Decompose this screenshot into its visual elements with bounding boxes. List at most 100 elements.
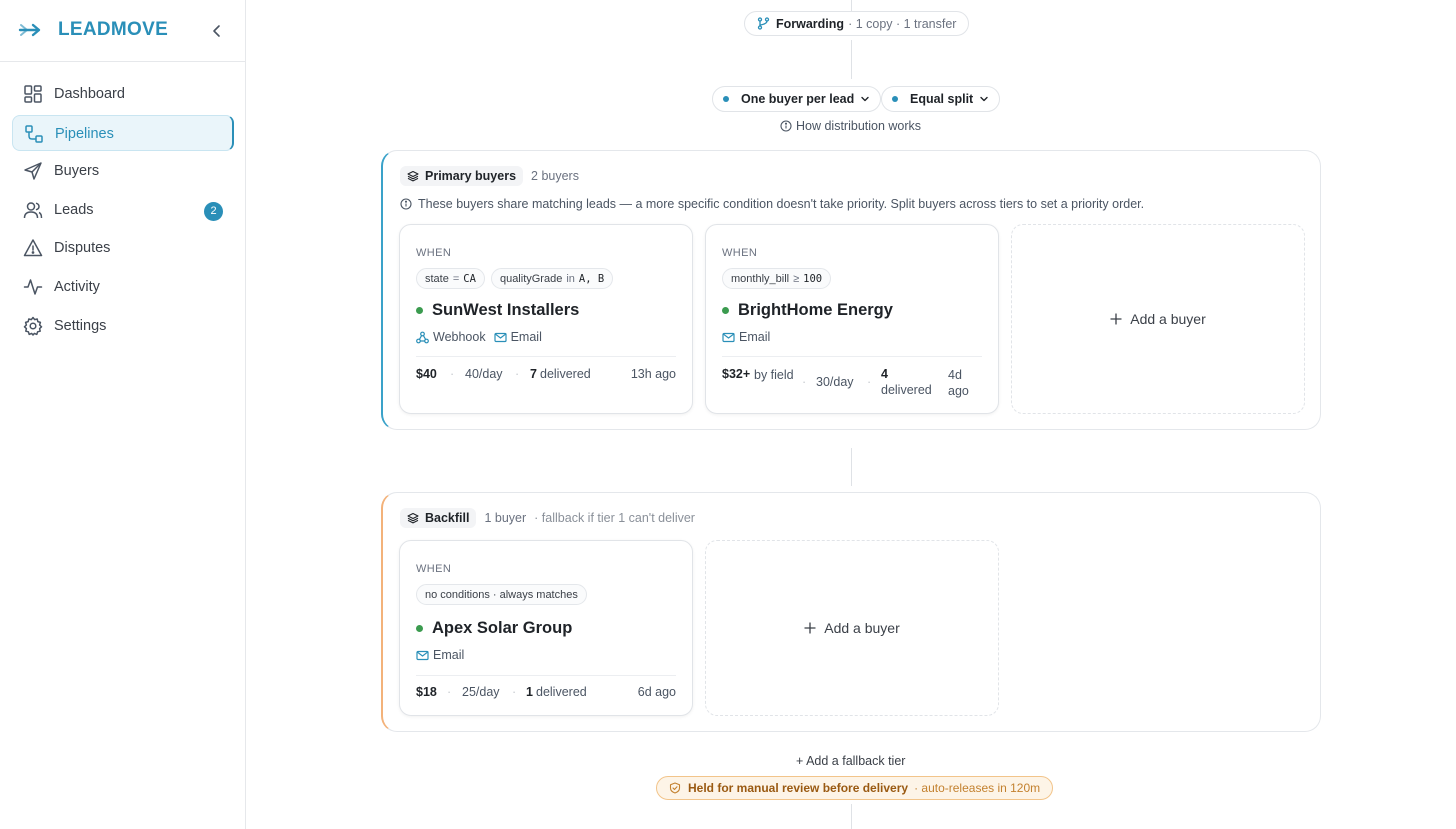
conditions: state = CA qualityGrade in A, B	[416, 268, 619, 289]
how-distribution-works-link[interactable]: How distribution works	[780, 119, 921, 133]
condition-value: CA	[463, 272, 476, 285]
channel-email: Email	[722, 330, 770, 344]
collapse-sidebar-button[interactable]	[208, 22, 226, 40]
flow-connector	[851, 448, 852, 486]
arrow-logo-icon	[18, 20, 44, 40]
buyer-card[interactable]: WHEN monthly_bill ≥ 100 BrightHome Energ…	[705, 224, 999, 414]
sidebar-item-disputes[interactable]: Disputes	[12, 230, 234, 266]
sidebar-item-label: Buyers	[54, 163, 100, 180]
forwarding-title: Forwarding	[776, 16, 845, 31]
add-buyer-button[interactable]: Add a buyer	[705, 540, 999, 716]
channel-label: Webhook	[433, 330, 486, 344]
sidebar-item-label: Settings	[54, 317, 107, 334]
divider	[722, 356, 982, 357]
manual-review-pill[interactable]: Held for manual review before delivery ·…	[656, 776, 1054, 800]
channel-label: Email	[739, 330, 771, 344]
sidebar-item-dashboard[interactable]: Dashboard	[12, 76, 234, 112]
delivery-channels: Email	[722, 330, 778, 344]
add-buyer-label: Add a buyer	[824, 620, 900, 636]
when-label: WHEN	[722, 247, 758, 259]
shield-icon	[669, 782, 681, 794]
tier-info: These buyers share matching leads — a mo…	[400, 197, 1144, 211]
buyer-card[interactable]: WHEN state = CA qualityGrade in A, B Sun…	[399, 224, 693, 414]
sidebar-item-label: Activity	[54, 278, 100, 295]
tier-header: Primary buyers 2 buyers	[400, 166, 579, 186]
chevron-left-icon	[213, 25, 220, 37]
delivery-channels: Webhook Email	[416, 330, 550, 344]
when-label: WHEN	[416, 247, 452, 259]
add-buyer-button[interactable]: Add a buyer	[1011, 224, 1305, 414]
separator-dot: ·	[867, 375, 872, 389]
tier-header: Backfill 1 buyer · fallback if tier 1 ca…	[400, 508, 695, 528]
review-title: Held for manual review before delivery	[688, 781, 909, 795]
dashboard-icon	[23, 84, 43, 104]
condition-text: no conditions · always matches	[425, 588, 578, 601]
warning-icon	[23, 238, 43, 258]
brand-header: LEADMOVE	[0, 0, 245, 62]
separator-dot: ·	[802, 375, 807, 389]
last-delivery: 4d ago	[948, 368, 969, 398]
users-icon	[23, 200, 43, 220]
layers-icon	[407, 170, 419, 182]
divider	[416, 356, 676, 357]
buyer-name: BrightHome Energy	[722, 301, 893, 320]
channel-email: Email	[493, 330, 542, 344]
condition-chip: monthly_bill ≥ 100	[722, 268, 832, 289]
forwarding-subtitle: · 1 copy · 1 transfer	[848, 16, 957, 31]
separator-dot: ·	[447, 685, 452, 699]
sidebar-item-buyers[interactable]: Buyers	[12, 153, 234, 189]
flow-connector	[851, 804, 852, 829]
how-link-label: How distribution works	[796, 119, 922, 133]
delivered-label: delivered	[881, 383, 932, 397]
sidebar-item-settings[interactable]: Settings	[12, 308, 234, 344]
condition-field: qualityGrade	[499, 272, 563, 285]
delivered-label: delivered	[540, 367, 591, 381]
sidebar-item-leads[interactable]: Leads 2	[12, 192, 234, 228]
buyer-card[interactable]: WHEN no conditions · always matches Apex…	[399, 540, 693, 716]
condition-field: monthly_bill	[731, 272, 790, 285]
gear-icon	[23, 316, 43, 336]
status-dot	[722, 307, 729, 314]
status-dot	[723, 96, 729, 102]
separator-dot: ·	[512, 685, 517, 699]
split-mode-label: Equal split	[910, 92, 974, 106]
plus-icon	[1110, 313, 1122, 325]
condition-operator: ≥	[793, 272, 800, 285]
status-dot	[416, 307, 423, 314]
when-label: WHEN	[416, 563, 452, 575]
sidebar-item-activity[interactable]: Activity	[12, 269, 234, 305]
pipelines-icon	[24, 124, 44, 144]
add-buyer-label: Add a buyer	[1130, 311, 1206, 327]
last-delivery: 13h ago	[630, 367, 676, 381]
buyer-name: SunWest Installers	[416, 301, 579, 320]
split-mode-select[interactable]: Equal split	[881, 86, 1001, 112]
activity-icon	[23, 277, 43, 297]
tier-tag[interactable]: Primary buyers	[400, 166, 524, 186]
info-icon	[400, 198, 412, 210]
delivery-channels: Email	[416, 648, 472, 662]
condition-field: state	[425, 272, 449, 285]
flow-connector	[851, 40, 852, 79]
buyer-cap: 25/day	[462, 685, 500, 699]
sidebar: LEADMOVE Dashboard Pipelines Buyers Lead…	[0, 0, 246, 829]
flow-connector	[851, 0, 852, 11]
distribution-mode-select[interactable]: One buyer per lead	[712, 86, 882, 112]
conditions: monthly_bill ≥ 100	[722, 268, 837, 289]
tier-primary: Primary buyers 2 buyers These buyers sha…	[381, 150, 1321, 430]
tier-name: Backfill	[425, 511, 470, 525]
channel-webhook: Webhook	[416, 330, 486, 344]
forwarding-pill[interactable]: Forwarding · 1 copy · 1 transfer	[744, 11, 970, 36]
delivered-count: 4	[881, 367, 888, 381]
condition-chip: no conditions · always matches	[416, 584, 587, 605]
conditions: no conditions · always matches	[416, 584, 593, 605]
sidebar-item-pipelines[interactable]: Pipelines	[12, 114, 234, 151]
distribution-mode-label: One buyer per lead	[741, 92, 855, 106]
sidebar-item-label: Dashboard	[54, 86, 125, 102]
buyer-price: $18	[416, 685, 437, 699]
tier-tag[interactable]: Backfill	[400, 508, 477, 528]
mail-icon	[493, 331, 507, 344]
add-fallback-tier-button[interactable]: + Add a fallback tier	[796, 754, 905, 768]
mail-icon	[416, 649, 429, 662]
buyer-name: Apex Solar Group	[416, 619, 572, 638]
buyer-name-text: Apex Solar Group	[432, 619, 573, 637]
